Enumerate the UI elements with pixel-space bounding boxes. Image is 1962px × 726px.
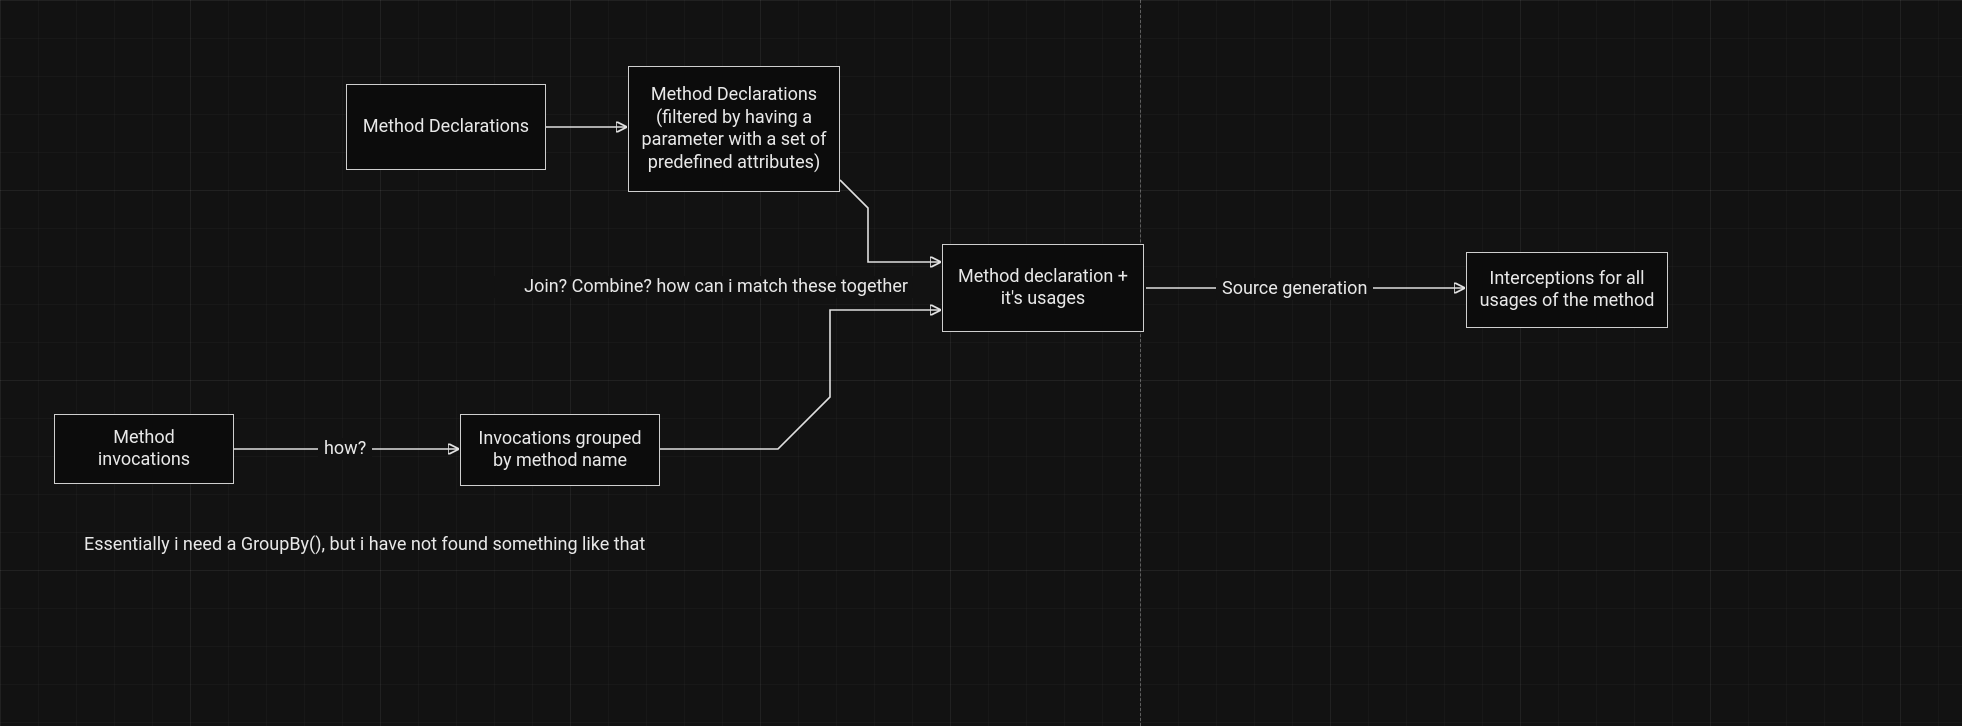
edge-grouped-to-combined (660, 310, 940, 449)
node-text: Method Declarations (filtered by having … (639, 84, 829, 174)
node-text: Invocations grouped by method name (471, 428, 649, 473)
node-text: Method Declarations (363, 116, 529, 139)
label-text: how? (324, 438, 366, 459)
edges-layer (0, 0, 1962, 726)
node-combined[interactable]: Method declaration + it's usages (942, 244, 1144, 332)
edge-label-join-combine: Join? Combine? how can i match these tog… (494, 276, 914, 298)
node-text: Method invocations (65, 427, 223, 472)
edge-label-how: how? (318, 438, 372, 460)
node-interceptions[interactable]: Interceptions for all usages of the meth… (1466, 252, 1668, 328)
label-text: Source generation (1222, 278, 1367, 299)
node-invocations-grouped[interactable]: Invocations grouped by method name (460, 414, 660, 486)
node-method-invocations[interactable]: Method invocations (54, 414, 234, 484)
edge-filtered-to-combined (840, 180, 940, 262)
label-text: Join? Combine? how can i match these tog… (524, 276, 908, 297)
node-text: Interceptions for all usages of the meth… (1477, 268, 1657, 313)
vertical-divider (1140, 0, 1141, 726)
note-groupby: Essentially i need a GroupBy(), but i ha… (84, 534, 645, 555)
note-text: Essentially i need a GroupBy(), but i ha… (84, 534, 645, 555)
node-filtered-declarations[interactable]: Method Declarations (filtered by having … (628, 66, 840, 192)
node-method-declarations[interactable]: Method Declarations (346, 84, 546, 170)
edge-label-source-generation: Source generation (1216, 278, 1373, 300)
node-text: Method declaration + it's usages (953, 266, 1133, 311)
diagram-canvas: Method Declarations Method Declarations … (0, 0, 1962, 726)
